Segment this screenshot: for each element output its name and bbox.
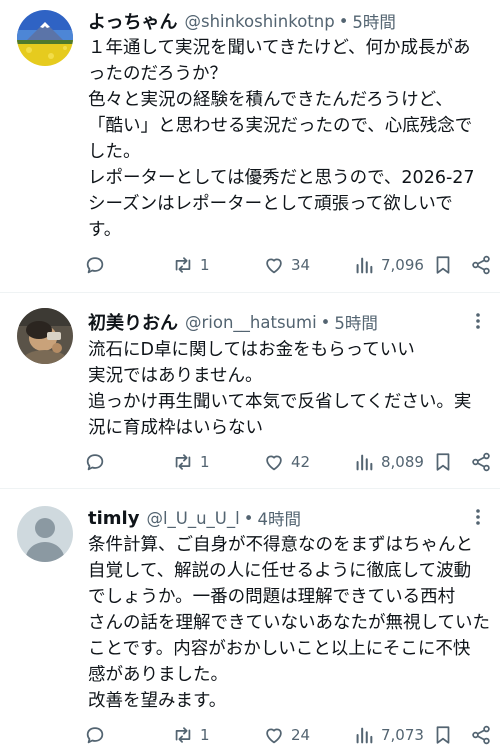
reply-icon (86, 257, 104, 274)
share-icon (472, 255, 490, 275)
retweet-button[interactable]: 1 (172, 720, 210, 750)
display-name[interactable]: timly (88, 508, 139, 529)
tweet-text-line: した。 (88, 142, 141, 162)
bookmark-icon (436, 256, 450, 274)
views-chart-icon (356, 727, 373, 744)
like-count: 24 (291, 726, 311, 744)
tweet-text-line: 感がありました。 (88, 665, 228, 685)
reply-button[interactable] (84, 447, 106, 477)
tweet-text-line: レポーターとしては優秀だと思うので、2026-27 (88, 168, 475, 188)
display-name[interactable]: 初美りおん (88, 309, 178, 335)
retweet-count: 1 (200, 453, 210, 471)
timestamp[interactable]: 4時間 (257, 506, 301, 530)
tweet-text-line: 条件計算、ご自身が不得意なのをまずはちゃんと (88, 535, 473, 555)
timestamp[interactable]: 5時間 (352, 9, 396, 33)
tweet-text-line: 実況ではありません。 (88, 366, 263, 386)
retweet-count: 1 (200, 256, 210, 274)
tweet-text-line: す。 (88, 220, 122, 240)
tweet-text-line: 色々と実況の経験を積んできたんだろうけど、 (88, 90, 453, 110)
like-count: 34 (291, 256, 311, 274)
views-button[interactable]: 7,096 (353, 250, 424, 280)
bookmark-icon (436, 453, 450, 471)
tweet-text-line: 自覚して、解説の人に任せるように徹底して波動 (88, 561, 472, 581)
bookmark-button[interactable] (432, 447, 454, 477)
display-name[interactable]: よっちゃん (88, 8, 177, 34)
tweet-text-line: ことです。内容がおかしいこと以上にそこに不快 (88, 639, 471, 659)
reply-button[interactable] (84, 250, 106, 280)
tweet-text: １年通して実況を聞いてきたけど、何か成長があ ったのだろうか？ 色々と実況の経験… (88, 35, 486, 243)
share-icon (472, 452, 490, 472)
tweet-text: 流石にD卓に関してはお金をもらっていい 実況ではありません。 追っかけ再生聞いて… (88, 337, 486, 441)
tweet-text: 条件計算、ご自身が不得意なのをまずはちゃんと 自覚して、解説の人に任せるように徹… (88, 532, 490, 714)
tweet-text-line: ったのだろうか？ (88, 64, 227, 84)
retweet-button[interactable]: 1 (172, 447, 210, 477)
separator-dot: • (243, 508, 254, 528)
user-handle[interactable]: @shinkoshinkotnp (184, 12, 334, 31)
like-button[interactable]: 34 (263, 250, 310, 280)
retweet-count: 1 (200, 726, 210, 744)
like-count: 42 (291, 453, 311, 471)
tweet-text-line: 改善を望みます。 (88, 691, 227, 711)
view-count: 7,096 (381, 256, 424, 274)
view-count: 7,073 (381, 726, 424, 744)
user-handle[interactable]: @rion__hatsumi (185, 313, 317, 332)
share-button[interactable] (470, 720, 492, 750)
tweet[interactable]: timly @l_U_u_U_l • 4時間 条件計算、ご自身が不得意なのをまず… (0, 489, 500, 751)
heart-icon (266, 728, 282, 744)
tweet-text-line: 況に育成枠はいらない (88, 418, 263, 438)
more-options-icon[interactable] (468, 507, 488, 527)
tweet-text-line: さんの話を理解できていないあなたが無視していた (88, 613, 490, 633)
tweet[interactable]: よっちゃん @shinkoshinkotnp • 5時間 １年通して実況を聞いて… (0, 0, 500, 292)
default-avatar-icon (17, 506, 73, 562)
avatar[interactable] (17, 308, 73, 364)
reply-button[interactable] (84, 720, 106, 750)
share-icon (472, 725, 490, 745)
tweet-text-line: 「酷い」と思わせる実況だったので、心底残念で (88, 116, 473, 136)
views-chart-icon (356, 257, 373, 274)
views-button[interactable]: 7,073 (353, 720, 424, 750)
like-button[interactable]: 42 (263, 447, 310, 477)
views-chart-icon (356, 454, 373, 471)
view-count: 8,089 (381, 453, 424, 471)
retweet-icon (175, 454, 191, 470)
views-button[interactable]: 8,089 (353, 447, 424, 477)
share-button[interactable] (470, 250, 492, 280)
avatar[interactable] (17, 506, 73, 562)
user-handle[interactable]: @l_U_u_U_l (146, 509, 239, 528)
heart-icon (266, 455, 282, 471)
retweet-icon (175, 727, 191, 743)
separator-dot: • (338, 11, 349, 31)
heart-icon (266, 258, 282, 274)
tweet-text-line: １年通して実況を聞いてきたけど、何か成長があ (88, 38, 471, 58)
tweet-text-line: 追っかけ再生聞いて本気で反省してください。実 (88, 392, 472, 412)
separator-dot: • (320, 312, 331, 332)
retweet-button[interactable]: 1 (172, 250, 210, 280)
tweet[interactable]: 初美りおん @rion__hatsumi • 5時間 流石にD卓に関してはお金を… (0, 293, 500, 488)
retweet-icon (175, 257, 191, 273)
reply-icon (86, 727, 104, 744)
share-button[interactable] (470, 447, 492, 477)
tweet-text-line: シーズンはレポーターとして頑張って欲しいで (88, 194, 453, 214)
timestamp[interactable]: 5時間 (334, 310, 378, 334)
bookmark-button[interactable] (432, 720, 454, 750)
like-button[interactable]: 24 (263, 720, 310, 750)
tweet-text-line: 流石にD卓に関してはお金をもらっていい (88, 340, 415, 360)
avatar[interactable] (17, 10, 73, 66)
tweet-text-line: でしょうか。一番の問題は理解できている西村 (88, 587, 456, 607)
reply-icon (86, 454, 104, 471)
bookmark-button[interactable] (432, 250, 454, 280)
more-options-icon[interactable] (468, 311, 488, 331)
bookmark-icon (436, 726, 450, 744)
